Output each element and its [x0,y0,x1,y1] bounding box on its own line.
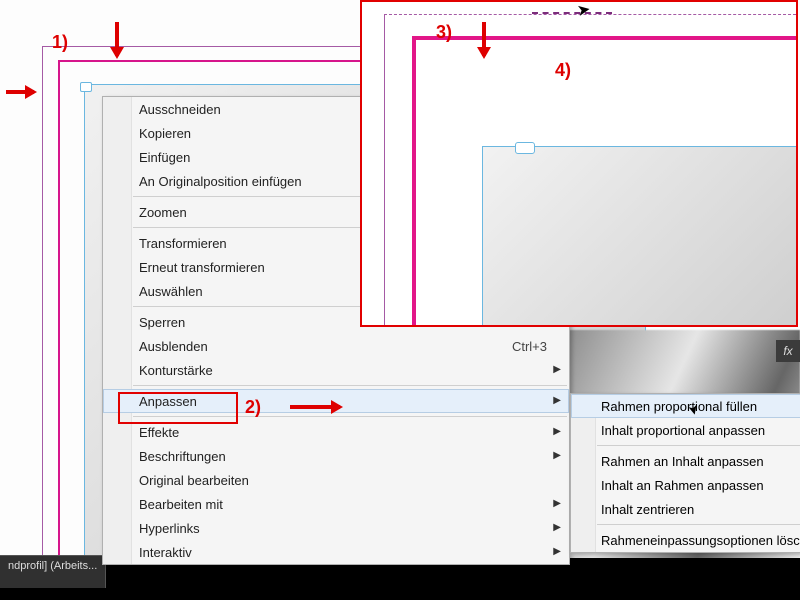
menu-item-label: Original bearbeiten [139,473,547,488]
menu-item-konturst-rke[interactable]: Konturstärke ▶ [103,358,569,382]
menu-item-interaktiv[interactable]: Interaktiv ▶ [103,540,569,564]
annotation-3: 3) [436,22,452,43]
menu-item-label: Hyperlinks [139,521,547,536]
submenu-item-label: Inhalt an Rahmen anpassen [601,478,764,493]
arrow-right-2 [290,405,340,409]
submenu-anpassen: Rahmen proportional füllen Inhalt proport… [570,393,800,553]
submenu-arrow-icon: ▶ [553,498,561,509]
menu-item-beschriftungen[interactable]: Beschriftungen ▶ [103,444,569,468]
submenu-item-label: Rahmeneinpassungsoptionen löschen [601,533,800,548]
menu-item-label: Interaktiv [139,545,547,560]
submenu-arrow-icon: ▶ [553,395,561,406]
fx-button[interactable]: fx [776,340,800,362]
menu-item-effekte[interactable]: Effekte ▶ [103,420,569,444]
annotation-1: 1) [52,32,68,53]
menu-separator [133,385,567,386]
menu-item-hyperlinks[interactable]: Hyperlinks ▶ [103,516,569,540]
menu-separator [133,416,567,417]
menu-item-shortcut: Ctrl+3 [512,339,547,354]
submenu-separator [597,445,800,446]
arrow-right-1 [6,90,34,94]
submenu-item-rahmeneinpassungsoptionen-l-schen[interactable]: Rahmeneinpassungsoptionen löschen [571,528,800,552]
submenu-separator [597,524,800,525]
zoom-inset: ➤ [360,0,798,327]
submenu-arrow-icon: ▶ [553,450,561,461]
submenu-arrow-icon: ▶ [553,364,561,375]
annotation-4: 4) [555,60,571,81]
menu-item-label: Bearbeiten mit [139,497,547,512]
menu-item-label: Effekte [139,425,547,440]
menu-item-label: Konturstärke [139,363,547,378]
submenu-item-label: Inhalt proportional anpassen [601,423,765,438]
submenu-item-inhalt-an-rahmen-anpassen[interactable]: Inhalt an Rahmen anpassen [571,473,800,497]
menu-item-ausblenden[interactable]: Ausblenden Ctrl+3 [103,334,569,358]
arrow-down-1 [115,22,119,56]
submenu-item-label: Inhalt zentrieren [601,502,694,517]
arrow-down-3 [482,22,486,56]
submenu-item-label: Rahmen an Inhalt anpassen [601,454,764,469]
screenshot-stage: fx ndprofil] (Arbeits... AusschneidenKop… [0,0,800,600]
taskbar-document-tab[interactable]: ndprofil] (Arbeits... [0,555,106,588]
submenu-arrow-icon: ▶ [553,546,561,557]
menu-item-label: Beschriftungen [139,449,547,464]
menu-item-bearbeiten-mit[interactable]: Bearbeiten mit ▶ [103,492,569,516]
menu-item-label: Ausblenden [139,339,492,354]
submenu-item-label: Rahmen proportional füllen [601,399,757,414]
inset-image-frame [482,146,796,325]
inset-dash [532,12,612,14]
submenu-item-rahmen-an-inhalt-anpassen[interactable]: Rahmen an Inhalt anpassen [571,449,800,473]
menu-item-original-bearbeiten[interactable]: Original bearbeiten [103,468,569,492]
submenu-arrow-icon: ▶ [553,522,561,533]
submenu-item-inhalt-zentrieren[interactable]: Inhalt zentrieren [571,497,800,521]
annotation-2: 2) [245,397,261,418]
submenu-item-rahmen-proportional-f-llen[interactable]: Rahmen proportional füllen [571,394,800,418]
submenu-item-inhalt-proportional-anpassen[interactable]: Inhalt proportional anpassen [571,418,800,442]
submenu-arrow-icon: ▶ [553,426,561,437]
